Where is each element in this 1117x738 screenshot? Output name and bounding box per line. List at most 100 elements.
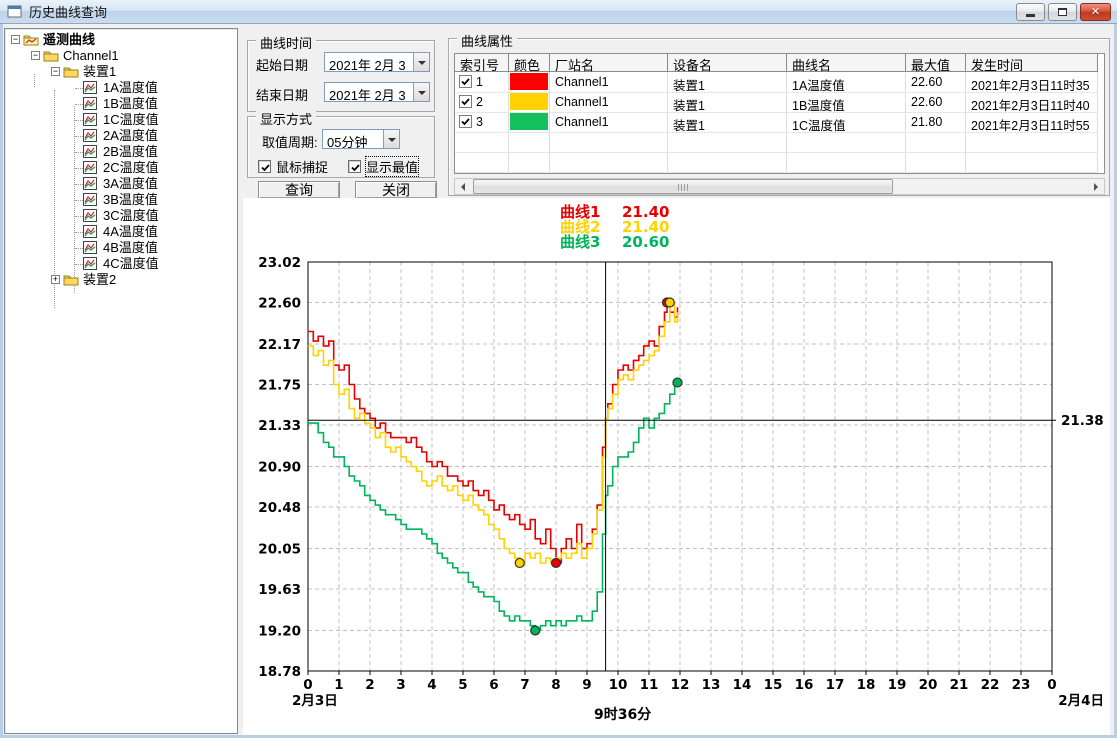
table-hscrollbar[interactable] bbox=[454, 178, 1105, 195]
period-dropdown-icon[interactable] bbox=[383, 130, 399, 148]
show-extremes-checkbox[interactable]: 显示最值 bbox=[348, 157, 418, 176]
y-tick-label: 20.90 bbox=[258, 460, 301, 476]
x-tick-label: 15 bbox=[764, 677, 783, 693]
cell-device: 装置1 bbox=[673, 92, 786, 114]
table-header-颜色[interactable]: 颜色 bbox=[509, 54, 550, 72]
client-area: −遥测曲线−Channel1−装置11A温度值1B温度值1C温度值2A温度值2B… bbox=[3, 24, 1114, 735]
table-row-line bbox=[455, 172, 1098, 173]
tree-item-4B温度值[interactable]: 4B温度值 bbox=[5, 240, 237, 256]
scroll-right-arrow-icon[interactable] bbox=[1088, 179, 1104, 194]
x-tick-label: 0 bbox=[1047, 677, 1056, 693]
row-checkbox[interactable] bbox=[459, 75, 472, 88]
max-marker-曲线2 bbox=[665, 298, 674, 307]
tree-collapse-icon[interactable]: − bbox=[51, 67, 60, 76]
close-dialog-button[interactable]: 关闭 bbox=[355, 181, 437, 199]
tree-item-装置1[interactable]: − 装置1 bbox=[5, 64, 237, 80]
table-header-设备名[interactable]: 设备名 bbox=[668, 54, 787, 72]
mouse-capture-checkbox[interactable]: 鼠标捕捉 bbox=[258, 157, 328, 176]
tree-item-3A温度值[interactable]: 3A温度值 bbox=[5, 176, 237, 192]
start-date-dropdown-icon[interactable] bbox=[413, 53, 429, 71]
x-tick-label: 19 bbox=[888, 677, 907, 693]
tree-collapse-icon[interactable]: − bbox=[31, 51, 40, 60]
tree-item-label: 1A温度值 bbox=[101, 80, 160, 96]
display-mode-group-label: 显示方式 bbox=[256, 109, 316, 128]
tree-item-3B温度值[interactable]: 3B温度值 bbox=[5, 192, 237, 208]
query-button[interactable]: 查询 bbox=[258, 181, 340, 199]
tree-collapse-icon[interactable]: − bbox=[11, 35, 20, 44]
curve-table: 索引号颜色厂站名设备名曲线名最大值发生时间1Channel1装置11A温度值22… bbox=[454, 53, 1105, 174]
row-checkbox[interactable] bbox=[459, 115, 472, 128]
cell-device: 装置1 bbox=[673, 72, 786, 94]
row-checkbox[interactable] bbox=[459, 95, 472, 108]
show-extremes-label: 显示最值 bbox=[366, 157, 418, 176]
x-tick-label: 11 bbox=[640, 677, 659, 693]
show-extremes-checkbox-box[interactable] bbox=[348, 160, 361, 173]
tree-item-2B温度值[interactable]: 2B温度值 bbox=[5, 144, 237, 160]
curve-tree: −遥测曲线−Channel1−装置11A温度值1B温度值1C温度值2A温度值2B… bbox=[4, 28, 238, 734]
start-date-value: 2021年 2月 3 bbox=[325, 53, 413, 71]
curve-time-group-label: 曲线时间 bbox=[256, 33, 316, 52]
tree-item-2C温度值[interactable]: 2C温度值 bbox=[5, 160, 237, 176]
x-tick-label: 23 bbox=[1012, 677, 1031, 693]
period-label: 取值周期: bbox=[262, 132, 318, 151]
close-button[interactable]: ✕ bbox=[1080, 3, 1111, 21]
tree-item-遥测曲线[interactable]: − 遥测曲线 bbox=[5, 32, 237, 48]
x-tick-label: 13 bbox=[702, 677, 721, 693]
tree-item-1A温度值[interactable]: 1A温度值 bbox=[5, 80, 237, 96]
start-date-select[interactable]: 2021年 2月 3 bbox=[324, 52, 430, 72]
x-tick-label: 1 bbox=[334, 677, 343, 693]
y-tick-label: 20.48 bbox=[258, 500, 301, 516]
cell-max: 22.60 bbox=[911, 72, 965, 89]
table-column-line bbox=[1097, 72, 1098, 174]
table-header-曲线名[interactable]: 曲线名 bbox=[787, 54, 906, 72]
maximize-icon bbox=[1058, 8, 1067, 16]
tree-item-label: 1B温度值 bbox=[101, 96, 160, 112]
tree-item-Channel1[interactable]: −Channel1 bbox=[5, 48, 237, 64]
mouse-capture-checkbox-box[interactable] bbox=[258, 160, 271, 173]
minimize-button[interactable] bbox=[1016, 3, 1045, 21]
tree-item-2A温度值[interactable]: 2A温度值 bbox=[5, 128, 237, 144]
folder-icon bbox=[63, 273, 79, 290]
scroll-left-arrow-icon[interactable] bbox=[455, 179, 471, 194]
cell-time: 2021年2月3日11时35 bbox=[971, 72, 1097, 94]
tree-item-装置2[interactable]: +装置2 bbox=[5, 272, 237, 288]
period-select[interactable]: 05分钟 bbox=[322, 129, 400, 149]
table-column-line bbox=[549, 72, 550, 174]
table-header-发生时间[interactable]: 发生时间 bbox=[966, 54, 1098, 72]
y-tick-label: 19.20 bbox=[258, 623, 301, 639]
titlebar: 历史曲线查询 ✕ bbox=[0, 0, 1117, 24]
end-date-label: 结束日期 bbox=[256, 85, 308, 104]
history-curve-chart[interactable]: 18.7819.2019.6320.0520.4820.9021.3321.75… bbox=[243, 198, 1110, 735]
end-date-select[interactable]: 2021年 2月 3 bbox=[324, 82, 430, 102]
cell-index: 3 bbox=[476, 112, 506, 129]
crosshair-value-label: 21.38 bbox=[1061, 413, 1104, 429]
tree-item-label: 装置1 bbox=[81, 64, 118, 80]
cell-index: 1 bbox=[476, 72, 506, 89]
end-date-dropdown-icon[interactable] bbox=[413, 83, 429, 101]
x-tick-label: 20 bbox=[919, 677, 938, 693]
tree-item-label: 2B温度值 bbox=[101, 144, 160, 160]
x-tick-label: 14 bbox=[733, 677, 752, 693]
tree-item-4C温度值[interactable]: 4C温度值 bbox=[5, 256, 237, 272]
table-column-line bbox=[965, 72, 966, 174]
x-tick-label: 8 bbox=[551, 677, 560, 693]
tree-item-3C温度值[interactable]: 3C温度值 bbox=[5, 208, 237, 224]
tree-item-4A温度值[interactable]: 4A温度值 bbox=[5, 224, 237, 240]
curve-color-swatch bbox=[510, 93, 548, 110]
cell-station: Channel1 bbox=[555, 72, 667, 89]
scrollbar-thumb[interactable] bbox=[473, 179, 893, 194]
tree-item-1B温度值[interactable]: 1B温度值 bbox=[5, 96, 237, 112]
x-date-right: 2月4日 bbox=[1058, 693, 1104, 709]
table-header-厂站名[interactable]: 厂站名 bbox=[550, 54, 668, 72]
max-marker-曲线3 bbox=[673, 378, 682, 387]
chart-canvas: 曲线121.40曲线221.40曲线320.60 18.7819.2019.63… bbox=[243, 198, 1110, 735]
tree-item-label: 遥测曲线 bbox=[41, 32, 97, 48]
crosshair-time-label: 9时36分 bbox=[594, 706, 651, 723]
tree-item-label: 3A温度值 bbox=[101, 176, 160, 192]
curve-color-swatch bbox=[510, 113, 548, 130]
tree-expand-icon[interactable]: + bbox=[51, 275, 60, 284]
tree-item-1C温度值[interactable]: 1C温度值 bbox=[5, 112, 237, 128]
table-header-索引号[interactable]: 索引号 bbox=[455, 54, 509, 72]
maximize-button[interactable] bbox=[1048, 3, 1077, 21]
table-header-最大值[interactable]: 最大值 bbox=[906, 54, 966, 72]
